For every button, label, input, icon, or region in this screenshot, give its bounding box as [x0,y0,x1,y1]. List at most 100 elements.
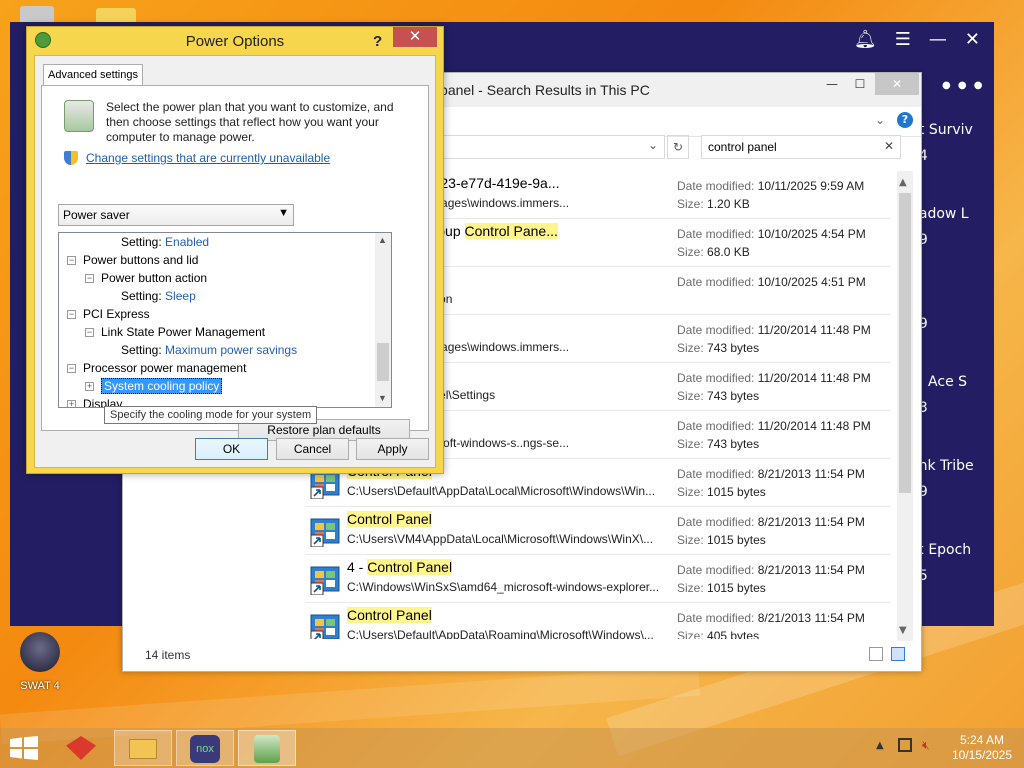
game-tile[interactable]: hadow L19 [910,206,994,248]
taskbar-nox-icon[interactable]: nox [176,730,234,766]
result-name[interactable]: Control Panel [347,607,667,623]
tree-item-processor[interactable]: − Processor power management [67,359,246,377]
clock[interactable]: 5:24 AM 10/15/2025 [944,733,1020,763]
taskbar: nox ▲ 🔇︎ 5:24 AM 10/15/2025 [0,728,1024,768]
tree-scrollbar[interactable]: ▲ ▼ [375,233,391,407]
tree-item-button-action[interactable]: − Power button action [85,269,207,287]
result-date: Date modified: 8/21/2013 11:54 PM [677,563,865,577]
taskbar-app-red-icon[interactable] [52,730,110,766]
plan-select[interactable]: Power saver ▼ [58,204,294,226]
result-size: Size: 743 bytes [677,389,760,403]
results-scrollbar[interactable]: ▲ ▼ [897,171,913,641]
shortcut-label: SWAT 4 [20,680,60,692]
game-tile[interactable]: n: Ace S53 [910,374,994,416]
setting-value[interactable]: Maximum power savings [165,343,297,357]
help-icon[interactable]: ? [897,112,913,128]
dialog-title: Power Options [185,33,285,50]
game-tile[interactable]: ia49 [910,290,994,332]
desktop-shortcut-swat4[interactable]: SWAT 4 [12,632,68,692]
result-date: Date modified: 10/10/2025 4:54 PM [677,227,866,241]
result-path: C:\Windows\WinSxS\amd64_microsoft-window… [347,580,660,594]
scroll-thumb [377,343,389,381]
cancel-button[interactable]: Cancel [276,438,349,460]
result-size: Size: 68.0 KB [677,245,750,259]
setting-value[interactable]: Sleep [165,289,196,303]
taskbar-power-options-icon[interactable] [238,730,296,766]
control-panel-icon [309,565,341,596]
swat4-icon [20,632,60,672]
chevron-down-icon[interactable]: ⌄ [875,113,885,127]
clock-date: 10/15/2025 [951,748,1013,762]
result-date: Date modified: 11/20/2014 11:48 PM [677,323,871,337]
tree-item-pci[interactable]: − PCI Express [67,305,150,323]
item-count: 14 items [145,648,191,662]
result-row[interactable]: Control Panel C:\Users\Default\AppData\Ro… [305,603,891,639]
result-path: C:\Users\Default\AppData\Roaming\Microso… [347,628,654,639]
result-date: Date modified: 8/21/2013 11:54 PM [677,515,865,529]
close-button[interactable]: ✕ [875,73,919,95]
result-size: Size: 743 bytes [677,437,760,451]
tree-item-link-state[interactable]: − Link State Power Management [85,323,265,341]
result-name[interactable]: Control Panel [347,511,667,527]
change-settings-link[interactable]: Change settings that are currently unava… [86,151,330,165]
taskbar-file-explorer-icon[interactable] [114,730,172,766]
close-icon[interactable]: ✕ [965,29,980,50]
result-date: Date modified: 10/10/2025 4:51 PM [677,275,866,289]
close-button[interactable]: ✕ [393,27,437,47]
refresh-icon[interactable]: ↻ [667,135,689,159]
power-options-dialog: Power Options ? ✕ Advanced settings Sele… [26,26,444,474]
menu-icon[interactable]: ☰ [895,29,911,50]
result-date: Date modified: 10/11/2025 9:59 AM [677,179,865,193]
result-size: Size: 743 bytes [677,341,760,355]
settings-panel: Select the power plan that you want to c… [41,85,429,441]
minimize-icon[interactable]: — [929,29,947,50]
result-row[interactable]: 4 - Control Panel C:\Windows\WinSxS\amd64… [305,555,891,603]
clear-search-icon[interactable]: ✕ [884,139,894,153]
volume-muted-icon[interactable]: 🔇︎ [922,738,930,753]
result-date: Date modified: 11/20/2014 11:48 PM [677,371,871,385]
tooltip: Specify the cooling mode for your system [104,406,318,424]
result-date: Date modified: 11/20/2014 11:48 PM [677,419,871,433]
control-panel-icon [309,613,341,639]
game-tile[interactable]: onk Tribe09 [910,458,994,500]
tiles-view-icon[interactable] [891,647,905,661]
scroll-thumb [899,193,911,493]
chevron-down-icon: ▼ [278,207,289,219]
result-row[interactable]: Control Panel C:\Users\VM4\AppData\Local\… [305,507,891,555]
collapse-icon: − [85,273,94,284]
settings-tree: Setting: Enabled − Power buttons and lid … [58,232,392,408]
tree-item-buttons-lid[interactable]: − Power buttons and lid [67,251,198,269]
result-path: C:\Users\VM4\AppData\Local\Microsoft\Win… [347,532,654,546]
game-tile[interactable]: ut Surviv04 [910,122,994,164]
ok-button[interactable]: OK [195,438,268,460]
maximize-icon[interactable]: ☐ [845,73,875,95]
result-size: Size: 1015 bytes [677,581,766,595]
intro-text: Select the power plan that you want to c… [106,100,394,144]
result-size: Size: 1015 bytes [677,533,766,547]
search-input[interactable]: control panel ✕ [701,135,901,159]
details-view-icon[interactable] [869,647,883,661]
tab-advanced-settings[interactable]: Advanced settings [43,64,143,86]
apply-button[interactable]: Apply [356,438,429,460]
game-tile[interactable]: rk Epoch15 [910,542,994,584]
result-size: Size: 1015 bytes [677,485,766,499]
network-icon[interactable] [898,738,912,752]
start-button[interactable] [10,736,38,760]
tray-chevron-up-icon[interactable]: ▲ [876,740,884,751]
uac-shield-icon [64,151,78,165]
collapse-icon: − [85,327,94,338]
result-date: Date modified: 8/21/2013 11:54 PM [677,467,865,481]
collapse-icon: − [67,255,76,266]
battery-power-icon [64,100,94,132]
result-path: C:\Users\Default\AppData\Local\Microsoft… [347,484,656,498]
tree-item-cooling[interactable]: + System cooling policy [85,377,223,395]
setting-value[interactable]: Enabled [165,235,209,249]
minimize-icon[interactable]: — [817,73,847,95]
page-dots: ● ● ● [942,80,985,91]
bell-icon[interactable]: 🔔︎ [854,29,877,50]
result-name[interactable]: 4 - Control Panel [347,559,667,575]
collapse-icon: − [67,309,76,320]
chevron-down-icon[interactable]: ⌄ [648,138,658,152]
collapse-icon: − [67,363,76,374]
help-button[interactable]: ? [373,27,382,57]
